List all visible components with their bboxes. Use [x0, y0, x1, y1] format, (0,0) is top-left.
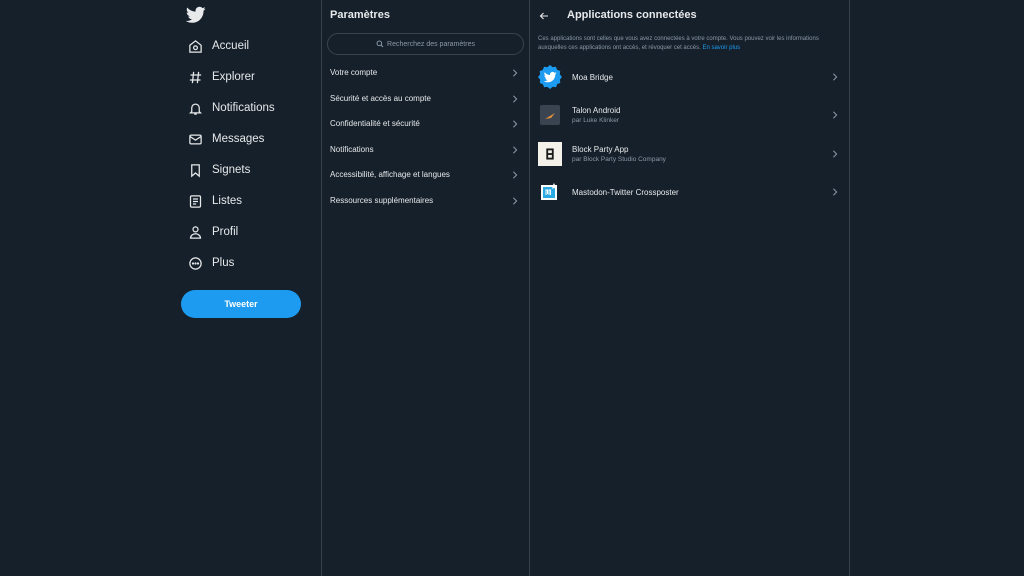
app-author: par Block Party Studio Company — [572, 156, 666, 163]
app-row-moa-bridge[interactable]: Moa Bridge — [530, 59, 849, 95]
bell-icon — [186, 99, 204, 117]
nav-item-label: Accueil — [212, 40, 250, 52]
nav-item-notifications[interactable]: Notifications — [186, 95, 275, 121]
learn-more-link[interactable]: En savoir plus — [702, 45, 740, 51]
chevron-right-icon — [513, 145, 518, 154]
nav-item-label: Messages — [212, 133, 265, 145]
tweet-button[interactable]: Tweeter — [181, 290, 301, 318]
more-circle-icon — [186, 254, 204, 272]
envelope-icon — [186, 130, 204, 148]
page-title: Applications connectées — [567, 9, 697, 21]
nav-item-accueil[interactable]: Accueil — [186, 33, 249, 59]
app-name: Moa Bridge — [572, 72, 613, 82]
app-row-block-party[interactable]: Block Party App par Block Party Studio C… — [530, 136, 849, 172]
nav-item-listes[interactable]: Listes — [186, 188, 242, 214]
list-icon — [186, 192, 204, 210]
chevron-right-icon — [513, 196, 518, 205]
talon-logo — [538, 103, 562, 127]
settings-search-input[interactable]: Recherchez des paramètres — [327, 33, 524, 55]
main-nav: Accueil Explorer Notifications Messages … — [176, 0, 322, 576]
search-placeholder: Recherchez des paramètres — [387, 40, 475, 48]
nav-item-label: Notifications — [212, 102, 275, 114]
twitter-bird-icon[interactable] — [185, 6, 206, 24]
nav-item-label: Signets — [212, 164, 251, 176]
app-row-talon-android[interactable]: Talon Android par Luke Klinker — [530, 97, 849, 133]
settings-item-ressources[interactable]: Ressources supplémentaires — [322, 188, 529, 213]
chevron-right-icon — [833, 188, 838, 196]
settings-item-confidentialite[interactable]: Confidentialité et sécurité — [322, 111, 529, 136]
settings-item-label: Accessibilité, affichage et langues — [330, 170, 450, 179]
nav-item-plus[interactable]: Plus — [186, 250, 234, 276]
app-name: Mastodon-Twitter Crossposter — [572, 187, 679, 197]
chevron-right-icon — [833, 111, 838, 119]
settings-item-securite[interactable]: Sécurité et accès au compte — [322, 86, 529, 111]
chevron-right-icon — [513, 119, 518, 128]
settings-item-accessibilite[interactable]: Accessibilité, affichage et langues — [322, 162, 529, 187]
home-icon — [186, 37, 204, 55]
nav-item-label: Plus — [212, 257, 235, 269]
app-row-mastodon-crossposter[interactable]: Mastodon-Twitter Crossposter — [530, 174, 849, 210]
nav-item-label: Listes — [212, 195, 243, 207]
chevron-right-icon — [513, 68, 518, 77]
app-name: Block Party App — [572, 145, 629, 154]
apps-description: Ces applications sont celles que vous av… — [538, 35, 838, 52]
nav-item-label: Profil — [212, 226, 239, 238]
moa-bridge-logo — [538, 65, 562, 89]
bookmark-icon — [186, 161, 204, 179]
settings-item-label: Notifications — [330, 145, 374, 154]
app-name: Talon Android — [572, 106, 621, 115]
back-arrow-icon[interactable] — [538, 9, 550, 21]
settings-item-label: Confidentialité et sécurité — [330, 119, 420, 128]
hashtag-icon — [186, 68, 204, 86]
settings-panel: Paramètres Recherchez des paramètres Vot… — [322, 0, 529, 576]
description-text: Ces applications sont celles que vous av… — [538, 36, 819, 51]
app-author: par Luke Klinker — [572, 117, 619, 124]
settings-item-votre-compte[interactable]: Votre compte — [322, 60, 529, 85]
person-icon — [186, 223, 204, 241]
search-icon — [376, 40, 384, 48]
connected-apps-panel: Applications connectées Ces applications… — [530, 0, 849, 576]
chevron-right-icon — [513, 170, 518, 179]
chevron-right-icon — [833, 73, 838, 81]
nav-item-explorer[interactable]: Explorer — [186, 64, 255, 90]
nav-item-signets[interactable]: Signets — [186, 157, 250, 183]
chevron-right-icon — [833, 150, 838, 158]
nav-item-messages[interactable]: Messages — [186, 126, 264, 152]
chevron-right-icon — [513, 94, 518, 103]
settings-item-notifications[interactable]: Notifications — [322, 137, 529, 162]
settings-title: Paramètres — [330, 9, 390, 21]
nav-item-label: Explorer — [212, 71, 255, 83]
nav-item-profil[interactable]: Profil — [186, 219, 238, 245]
block-party-logo — [538, 142, 562, 166]
mastodon-crossposter-logo — [538, 180, 562, 204]
settings-item-label: Sécurité et accès au compte — [330, 94, 431, 103]
column-divider — [849, 0, 850, 576]
settings-item-label: Votre compte — [330, 68, 378, 77]
settings-item-label: Ressources supplémentaires — [330, 196, 434, 205]
